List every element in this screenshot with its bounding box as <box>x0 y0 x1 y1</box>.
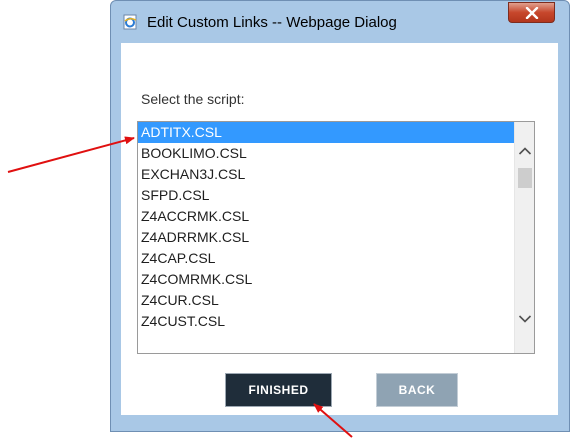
title-bar[interactable]: Edit Custom Links -- Webpage Dialog <box>111 1 569 43</box>
select-script-label: Select the script: <box>141 91 245 107</box>
list-item[interactable]: Z4CAP.CSL <box>138 248 516 269</box>
window-bottom-border <box>111 415 569 431</box>
chevron-up-icon[interactable] <box>518 146 532 156</box>
finished-button[interactable]: FINISHED <box>225 373 332 407</box>
back-button[interactable]: BACK <box>376 373 458 407</box>
ie-page-icon <box>123 14 137 30</box>
list-item[interactable]: BOOKLIMO.CSL <box>138 143 516 164</box>
script-list: ADTITX.CSL BOOKLIMO.CSL EXCHAN3J.CSL SFP… <box>138 122 516 332</box>
dialog-content: Select the script: ADTITX.CSL BOOKLIMO.C… <box>121 43 558 417</box>
list-item-selected[interactable]: ADTITX.CSL <box>138 122 516 143</box>
window-title: Edit Custom Links -- Webpage Dialog <box>147 14 397 31</box>
listbox-scrollbar[interactable] <box>514 122 534 353</box>
webpage-dialog-window: Edit Custom Links -- Webpage Dialog Sele… <box>110 0 570 432</box>
window-close-button[interactable] <box>508 2 555 23</box>
script-listbox[interactable]: ADTITX.CSL BOOKLIMO.CSL EXCHAN3J.CSL SFP… <box>137 121 535 354</box>
close-icon <box>525 7 539 19</box>
list-item[interactable]: Z4CUR.CSL <box>138 290 516 311</box>
list-item[interactable]: Z4COMRMK.CSL <box>138 269 516 290</box>
list-item[interactable]: EXCHAN3J.CSL <box>138 164 516 185</box>
list-item[interactable]: Z4CUST.CSL <box>138 311 516 332</box>
list-item[interactable]: Z4ADRRMK.CSL <box>138 227 516 248</box>
scrollbar-thumb[interactable] <box>518 168 532 188</box>
chevron-down-icon[interactable] <box>518 314 532 324</box>
list-item[interactable]: SFPD.CSL <box>138 185 516 206</box>
list-item[interactable]: Z4ACCRMK.CSL <box>138 206 516 227</box>
